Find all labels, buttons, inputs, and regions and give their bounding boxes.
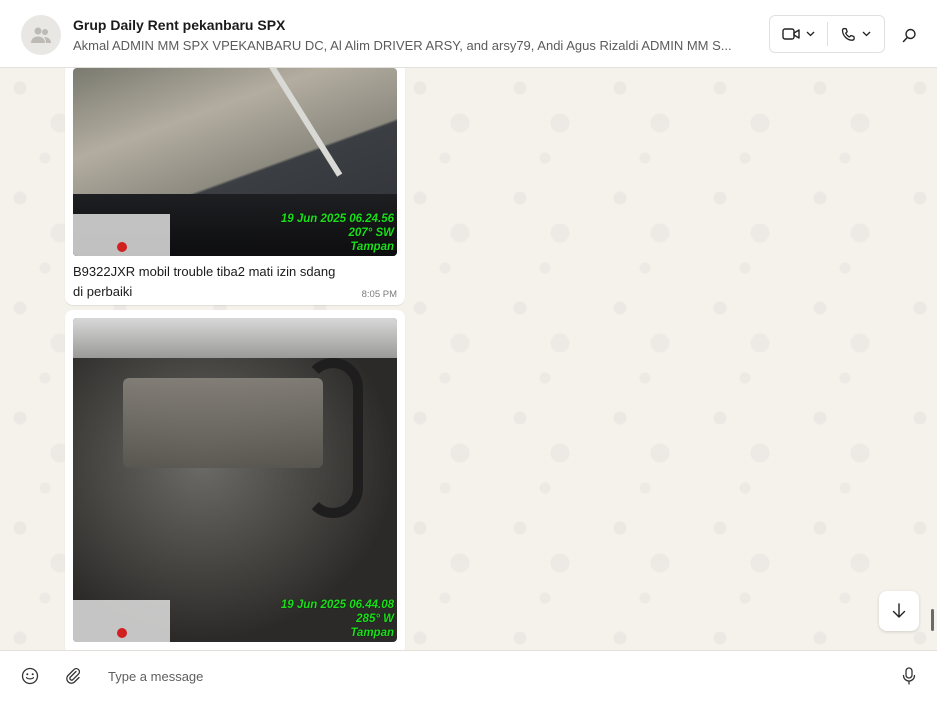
photo-stamp-heading: 207° SW (348, 227, 394, 239)
chat-title[interactable]: Grup Daily Rent pekanbaru SPX (73, 17, 285, 33)
search-icon (902, 28, 916, 42)
photo-engine-block (123, 378, 323, 468)
group-avatar-icon (31, 27, 51, 43)
chat-header: Grup Daily Rent pekanbaru SPX Akmal ADMI… (0, 0, 937, 68)
photo-stamp: 19 Jun 2025 06.44.08 285° W Tampan (281, 598, 394, 640)
scroll-to-bottom-button[interactable] (879, 591, 919, 631)
message-input[interactable] (98, 661, 878, 691)
message-caption: B9322JXR mobil trouble tiba2 mati izin s… (73, 264, 336, 299)
photo-road-marking (263, 68, 343, 177)
photo-stamp: 19 Jun 2025 06.24.56 207° SW Tampan (281, 212, 394, 254)
message-bubble[interactable]: 19 Jun 2025 06.24.56 207° SW Tampan B932… (65, 68, 405, 305)
photo-stamp-location: Tampan (350, 627, 394, 639)
message-photo[interactable]: 19 Jun 2025 06.44.08 285° W Tampan (73, 318, 397, 642)
photo-stamp-heading: 285° W (356, 613, 394, 625)
attach-button[interactable] (61, 664, 85, 688)
chevron-down-icon (806, 31, 815, 37)
photo-stamp-datetime: 19 Jun 2025 06.44.08 (280, 599, 394, 611)
chevron-down-icon (862, 31, 871, 37)
group-avatar[interactable] (21, 15, 61, 55)
photo-stamp-dot (117, 242, 127, 252)
arrow-down-icon (892, 603, 906, 618)
video-camera-icon (782, 28, 800, 40)
call-buttons (769, 15, 885, 53)
photo-stamp-dot (117, 628, 127, 638)
paperclip-icon (66, 667, 81, 684)
video-call-button[interactable] (770, 16, 827, 52)
message-bubble[interactable]: 19 Jun 2025 06.44.08 285° W Tampan (65, 310, 405, 650)
voice-message-button[interactable] (897, 664, 921, 688)
chat-participants[interactable]: Akmal ADMIN MM SPX VPEKANBARU DC, Al Ali… (73, 38, 758, 53)
photo-truck-panel (73, 318, 397, 358)
message-composer (0, 650, 937, 702)
photo-engine-hose (303, 358, 363, 518)
phone-icon (841, 27, 855, 41)
scrollbar-thumb[interactable] (931, 609, 934, 631)
photo-stamp-datetime: 19 Jun 2025 06.24.56 (280, 213, 394, 225)
search-button[interactable] (896, 22, 922, 48)
voice-call-button[interactable] (828, 16, 885, 52)
microphone-icon (902, 667, 916, 685)
message-photo[interactable]: 19 Jun 2025 06.24.56 207° SW Tampan (73, 68, 397, 256)
message-time: 8:05 PM (361, 289, 397, 300)
emoji-icon (21, 667, 39, 685)
emoji-button[interactable] (18, 664, 42, 688)
chat-messages-area[interactable]: 19 Jun 2025 06.24.56 207° SW Tampan B932… (0, 68, 937, 650)
photo-stamp-location: Tampan (350, 241, 394, 253)
